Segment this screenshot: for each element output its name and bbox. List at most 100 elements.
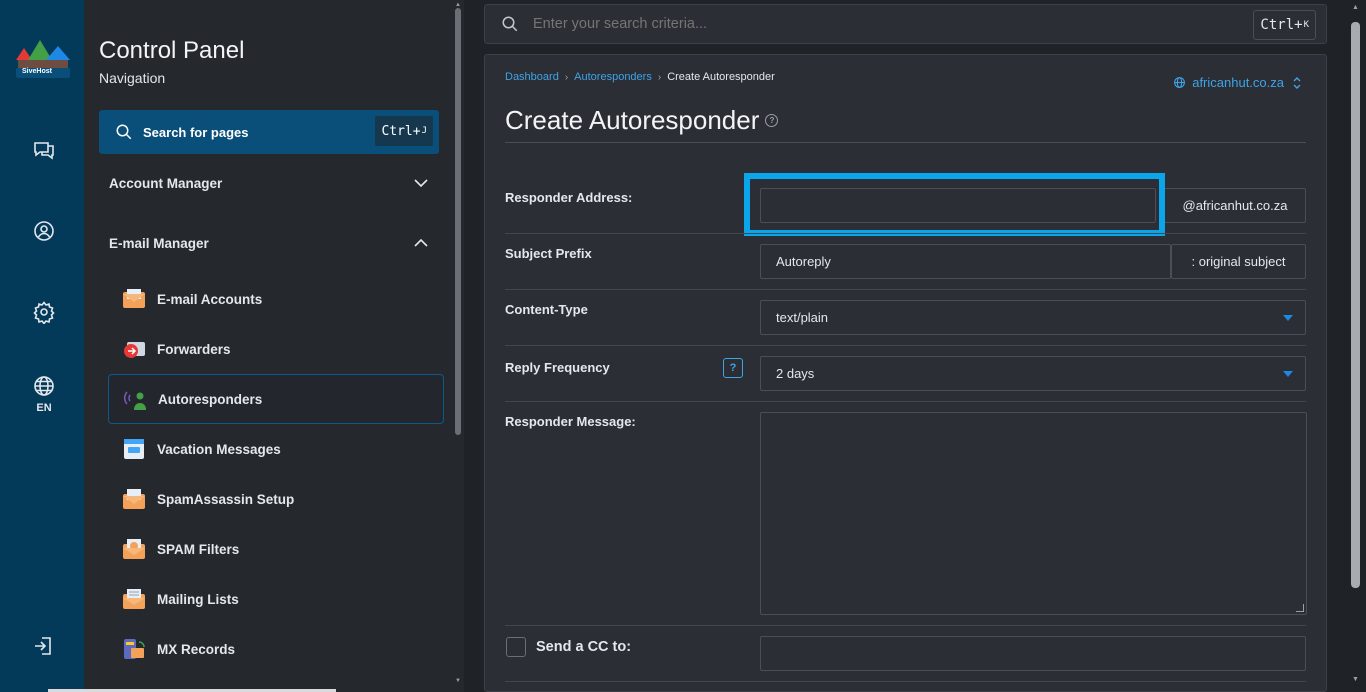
- domain-selector[interactable]: africanhut.co.za: [1173, 75, 1302, 90]
- global-search-shortcut-mod: Ctrl+: [1260, 17, 1303, 33]
- sidebar-item-mx-records[interactable]: MX Records: [108, 624, 444, 674]
- section-email-manager[interactable]: E-mail Manager: [109, 231, 429, 255]
- global-search-input[interactable]: [533, 16, 1213, 32]
- section-label: E-mail Manager: [109, 235, 209, 251]
- chevron-down-icon: [414, 179, 428, 188]
- icon-rail: SiveHost EN: [0, 0, 84, 692]
- language-label: EN: [36, 402, 52, 414]
- forwarders-icon: [121, 336, 147, 362]
- reply-frequency-select[interactable]: 2 days: [760, 356, 1306, 391]
- send-cc-input[interactable]: [760, 636, 1306, 671]
- language-button[interactable]: EN: [22, 366, 66, 422]
- search-shortcut-key: J: [421, 126, 427, 136]
- caret-down-icon: [1283, 371, 1293, 377]
- help-icon[interactable]: ?: [765, 114, 779, 127]
- reply-frequency-help-icon[interactable]: ?: [723, 358, 743, 378]
- page-title-text: Create Autoresponder: [505, 105, 760, 135]
- global-search-shortcut: Ctrl+ K: [1253, 10, 1316, 40]
- content-type-select[interactable]: text/plain: [760, 300, 1306, 335]
- global-search-bar[interactable]: Ctrl+K: [484, 4, 1327, 44]
- nav-subtitle: Navigation: [99, 70, 166, 86]
- spamassassin-icon: [121, 486, 147, 512]
- sidebar-item-spam-filters[interactable]: SPAM Filters: [108, 524, 444, 574]
- content-type-value: text/plain: [776, 310, 829, 325]
- nav-title: Control Panel: [99, 37, 245, 64]
- menu-item-label: SpamAssassin Setup: [157, 491, 295, 507]
- navigation-panel: Control Panel Navigation Search for page…: [84, 0, 464, 692]
- reply-frequency-label: Reply Frequency: [505, 360, 610, 375]
- responder-address-domain-suffix: @africanhut.co.za: [1164, 188, 1306, 223]
- subject-prefix-suffix: : original subject: [1171, 244, 1306, 279]
- sidebar-item-vacation-messages[interactable]: Vacation Messages: [108, 424, 444, 474]
- chevron-up-icon: [414, 238, 428, 247]
- global-search-shortcut-key: K: [1303, 20, 1309, 30]
- divider: [505, 289, 1306, 290]
- menu-item-label: Mailing Lists: [157, 591, 239, 607]
- search-shortcut: Ctrl+ J: [375, 116, 433, 146]
- vacation-messages-icon: [121, 436, 147, 462]
- divider: [505, 345, 1306, 346]
- menu-item-label: Forwarders: [157, 341, 231, 357]
- gear-icon[interactable]: [22, 290, 66, 334]
- nav-scroll-down-icon[interactable]: ▼: [455, 678, 461, 684]
- chevron-updown-icon: [1293, 76, 1301, 89]
- sidebar-item-mailing-lists[interactable]: Mailing Lists: [108, 574, 444, 624]
- divider: [505, 142, 1306, 143]
- menu-item-label: Autoresponders: [158, 391, 263, 407]
- breadcrumb-autoresponders[interactable]: Autoresponders: [574, 71, 652, 83]
- caret-down-icon: [1283, 315, 1293, 321]
- section-account-manager[interactable]: Account Manager: [109, 171, 429, 195]
- section-label: Account Manager: [109, 175, 223, 191]
- responder-message-label: Responder Message:: [505, 414, 636, 429]
- subject-prefix-label: Subject Prefix: [505, 246, 592, 261]
- search-shortcut-mod: Ctrl+: [381, 123, 421, 139]
- main-content-card: Dashboard › Autoresponders › Create Auto…: [484, 54, 1327, 692]
- focus-highlight: [744, 173, 1165, 236]
- user-icon[interactable]: [22, 209, 66, 253]
- page-scroll-down-icon[interactable]: ▼: [1352, 676, 1359, 683]
- globe-icon: [1174, 77, 1186, 88]
- logo-text: SiveHost: [22, 68, 52, 75]
- search-pages-label: Search for pages: [143, 124, 249, 140]
- chevron-right-icon: ›: [564, 71, 569, 83]
- reply-frequency-value: 2 days: [776, 366, 815, 381]
- autoresponders-icon: [122, 386, 148, 412]
- menu-item-label: Vacation Messages: [157, 441, 281, 457]
- sidebar-item-spamassassin-setup[interactable]: SpamAssassin Setup: [108, 474, 444, 524]
- nav-scrollbar[interactable]: [455, 8, 461, 435]
- search-icon: [116, 124, 132, 140]
- menu-item-label: E-mail Accounts: [157, 291, 263, 307]
- chevron-right-icon: ›: [657, 71, 662, 83]
- send-cc-label: Send a CC to:: [536, 639, 632, 655]
- divider: [505, 401, 1306, 402]
- responder-address-label: Responder Address:: [505, 190, 633, 205]
- logout-icon[interactable]: [22, 624, 66, 668]
- menu-item-label: SPAM Filters: [157, 541, 240, 557]
- resize-handle-icon[interactable]: [1296, 604, 1304, 612]
- chat-icon[interactable]: [22, 128, 66, 172]
- sidebar-item-autoresponders[interactable]: Autoresponders: [108, 374, 444, 424]
- page-scroll-up-icon[interactable]: ▲: [1352, 4, 1359, 11]
- search-icon: [502, 16, 518, 32]
- send-cc-checkbox[interactable]: [506, 637, 526, 657]
- mx-records-icon: [121, 636, 147, 662]
- globe-icon: [34, 376, 54, 396]
- domain-selector-label: africanhut.co.za: [1192, 75, 1284, 90]
- breadcrumb-dashboard[interactable]: Dashboard: [505, 71, 559, 83]
- menu-item-label: MX Records: [157, 641, 236, 657]
- email-accounts-icon: [121, 286, 147, 312]
- subject-prefix-input[interactable]: Autoreply: [760, 244, 1171, 279]
- page-scrollbar[interactable]: [1351, 22, 1360, 588]
- divider: [505, 625, 1306, 626]
- content-type-label: Content-Type: [505, 302, 588, 317]
- breadcrumb-current: Create Autoresponder: [667, 71, 775, 83]
- sidebar-item-forwarders[interactable]: Forwarders: [108, 324, 444, 374]
- breadcrumb: Dashboard › Autoresponders › Create Auto…: [505, 71, 775, 83]
- mailing-lists-icon: [121, 586, 147, 612]
- spam-filters-icon: [121, 536, 147, 562]
- divider: [505, 681, 1306, 682]
- sidebar-item-email-accounts[interactable]: E-mail Accounts: [108, 274, 444, 324]
- search-pages-button[interactable]: Search for pages Ctrl+ J: [99, 110, 439, 154]
- divider: [505, 233, 1306, 234]
- responder-message-textarea[interactable]: [760, 412, 1307, 615]
